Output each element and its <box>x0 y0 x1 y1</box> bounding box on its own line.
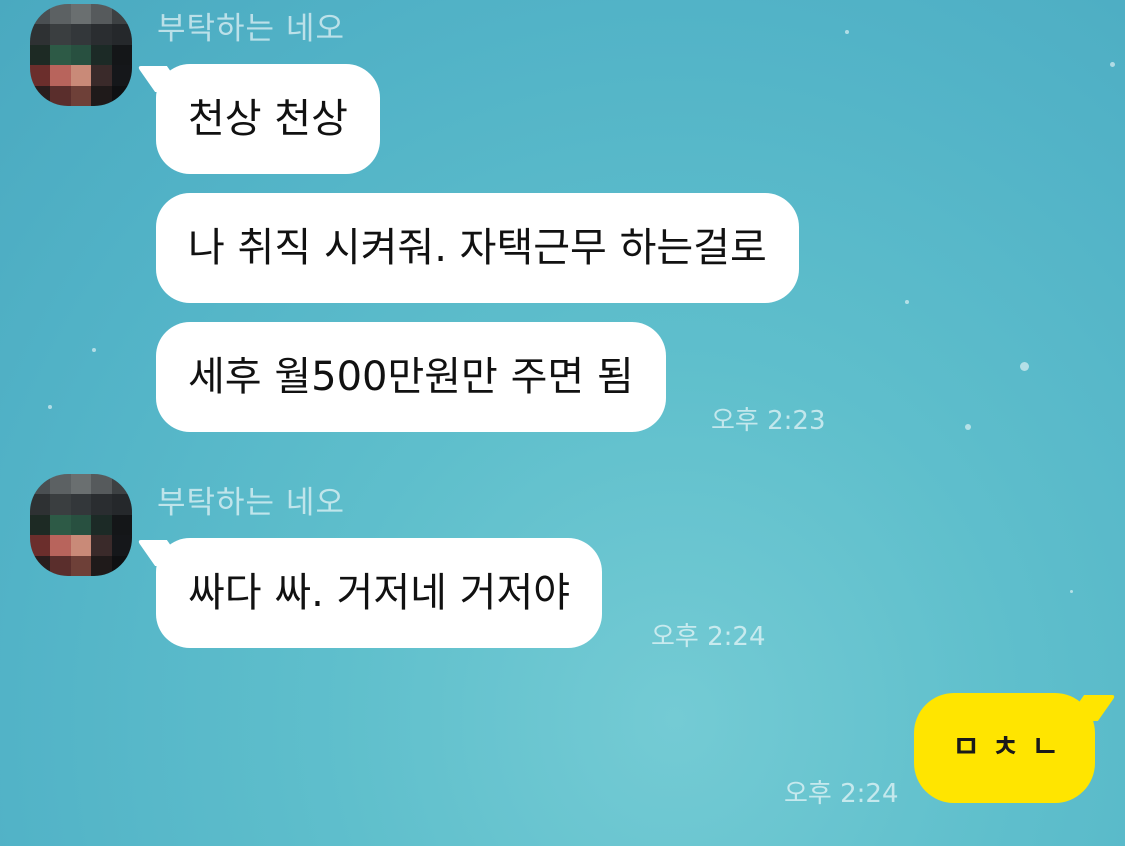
background-sparkle <box>1110 62 1115 67</box>
sender-name: 부탁하는 네오 <box>157 485 345 521</box>
message-timestamp: 오후 2:23 <box>711 406 826 436</box>
message-bubble[interactable]: 천상 천상 <box>156 64 380 174</box>
sender-name: 부탁하는 네오 <box>157 11 345 47</box>
background-sparkle <box>845 30 849 34</box>
message-bubble[interactable]: 세후 월500만원만 주면 됨 <box>156 322 666 432</box>
my-message-timestamp: 오후 2:24 <box>784 779 899 809</box>
message-bubble[interactable]: 나 취직 시켜줘. 자택근무 하는걸로 <box>156 193 799 303</box>
my-message-bubble[interactable]: ㅁㅊㄴ <box>914 693 1095 803</box>
background-sparkle <box>1070 590 1073 593</box>
my-message-text: ㅁㅊㄴ <box>952 730 1071 765</box>
sender-avatar[interactable] <box>30 4 132 106</box>
message-bubble[interactable]: 싸다 싸. 거저네 거저야 <box>156 538 603 648</box>
background-sparkle <box>92 348 96 352</box>
message-timestamp: 오후 2:24 <box>651 622 766 652</box>
background-sparkle <box>1020 362 1029 371</box>
background-sparkle <box>905 300 909 304</box>
message-text: 천상 천상 <box>188 96 348 142</box>
background-sparkle <box>48 405 52 409</box>
message-text: 나 취직 시켜줘. 자택근무 하는걸로 <box>188 225 767 271</box>
sender-avatar[interactable] <box>30 474 132 576</box>
message-text: 싸다 싸. 거저네 거저야 <box>188 570 571 616</box>
background-sparkle <box>965 424 971 430</box>
message-text: 세후 월500만원만 주면 됨 <box>188 354 634 400</box>
